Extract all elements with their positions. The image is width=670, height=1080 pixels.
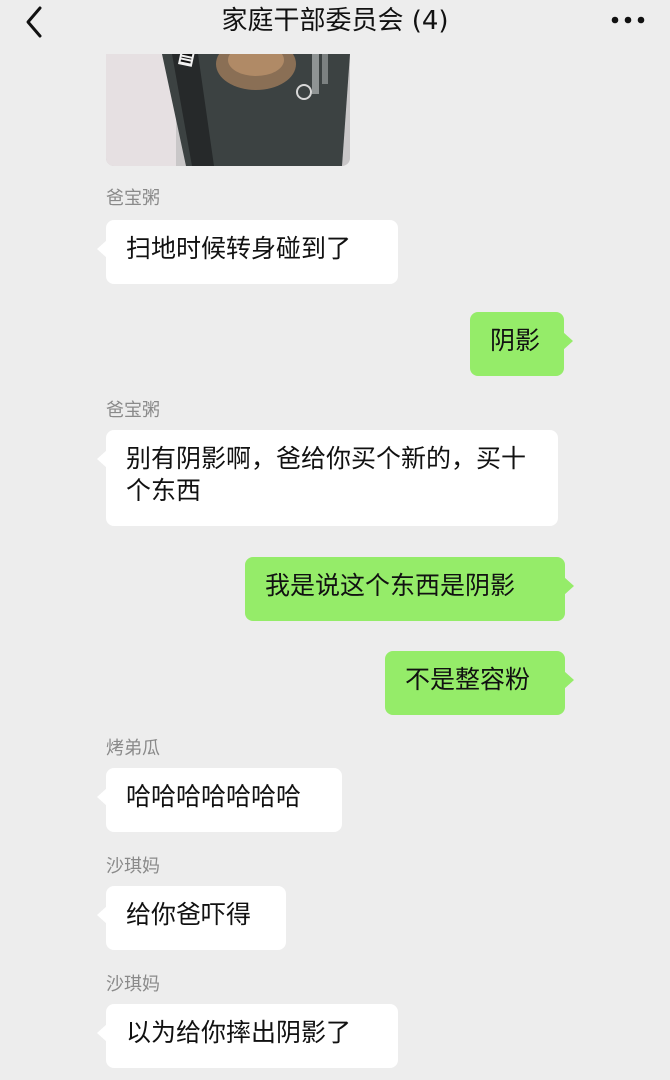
sender-name: 爸宝粥 bbox=[106, 400, 160, 421]
sender-name: 爸宝粥 bbox=[106, 188, 160, 209]
message-bubble-incoming[interactable]: 以为给你摔出阴影了 bbox=[97, 1004, 398, 1068]
chat-header: 家庭干部委员会 (4) bbox=[0, 0, 670, 48]
message-list[interactable]: 爸宝粥 扫地时候转身碰到了 阴影 爸宝粥 别有阴影啊，爸给你买个新的，买十个东西… bbox=[0, 48, 670, 1080]
message-bubble-incoming[interactable]: 别有阴影啊，爸给你买个新的，买十个东西 bbox=[97, 430, 558, 526]
message-bubble-outgoing[interactable]: 我是说这个东西是阴影 bbox=[245, 557, 574, 621]
image-message[interactable] bbox=[106, 54, 350, 166]
sender-name: 烤弟瓜 bbox=[106, 738, 160, 759]
sender-name: 沙琪妈 bbox=[106, 856, 160, 877]
message-bubble-incoming[interactable]: 哈哈哈哈哈哈哈 bbox=[97, 768, 342, 832]
message-bubble-outgoing[interactable]: 不是整容粉 bbox=[385, 651, 574, 715]
chat-title: 家庭干部委员会 (4) bbox=[221, 6, 449, 36]
sender-name: 沙琪妈 bbox=[106, 974, 160, 995]
message-bubble-incoming[interactable]: 给你爸吓得 bbox=[97, 886, 286, 950]
message-bubble-outgoing[interactable]: 阴影 bbox=[470, 312, 573, 376]
more-dots-icon[interactable] bbox=[608, 10, 648, 30]
message-bubble-incoming[interactable]: 扫地时候转身碰到了 bbox=[97, 220, 398, 284]
photo-thumbnail bbox=[106, 54, 350, 166]
